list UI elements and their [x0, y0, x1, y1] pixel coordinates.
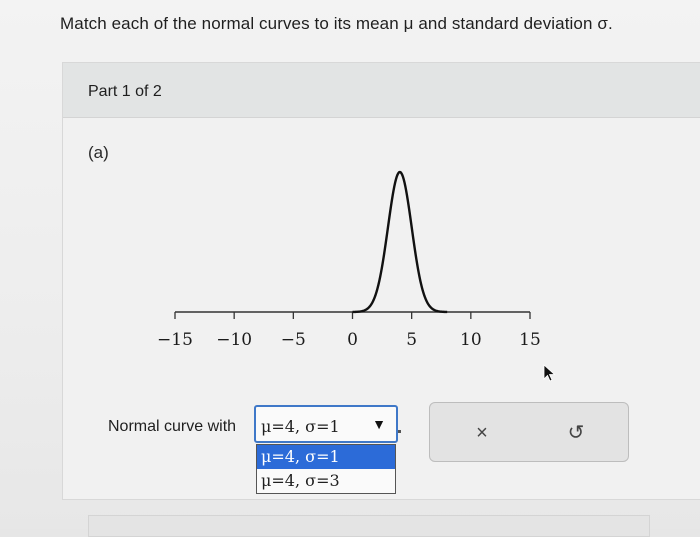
question-text: Match each of the normal curves to its m… — [60, 14, 613, 33]
answer-prefix-label: Normal curve with — [108, 418, 237, 435]
mouse-pointer-icon — [543, 364, 556, 382]
x-axis-tick-label: 10 — [460, 330, 482, 350]
x-axis-tick-label: −15 — [157, 330, 193, 350]
page: Match each of the normal curves to its m… — [0, 0, 700, 537]
x-axis-tick-label: 5 — [406, 330, 417, 350]
mean-sd-select[interactable]: μ=4, σ=1 ▼ — [254, 405, 398, 443]
x-axis-tick-label: −10 — [216, 330, 252, 350]
x-axis-ticks — [174, 312, 531, 319]
normal-curve-chart: −15 −10 −5 0 5 10 15 — [157, 170, 541, 350]
select-option[interactable]: μ=4, σ=3 — [257, 469, 395, 493]
part-header: Part 1 of 2 — [63, 63, 700, 118]
answer-actions: × ↺ — [429, 402, 629, 462]
normal-curve — [352, 170, 448, 314]
select-dropdown-list: μ=4, σ=1 μ=4, σ=3 — [256, 444, 396, 494]
x-axis-tick-label: 0 — [347, 330, 358, 350]
part-label: Part 1 of 2 — [88, 83, 162, 100]
next-part-card — [88, 515, 650, 537]
x-axis-tick-labels: −15 −10 −5 0 5 10 15 — [157, 330, 541, 350]
select-current-value: μ=4, σ=1 — [261, 417, 340, 436]
close-icon[interactable]: × — [468, 419, 496, 447]
subpart-label: (a) — [88, 143, 109, 162]
select-option[interactable]: μ=4, σ=1 — [257, 445, 395, 469]
x-axis-tick-label: 15 — [519, 330, 541, 350]
undo-icon[interactable]: ↺ — [562, 419, 590, 447]
select-caret-mark — [398, 430, 401, 433]
triangle-down-icon[interactable]: ▼ — [372, 416, 386, 432]
x-axis-tick-label: −5 — [281, 330, 306, 350]
